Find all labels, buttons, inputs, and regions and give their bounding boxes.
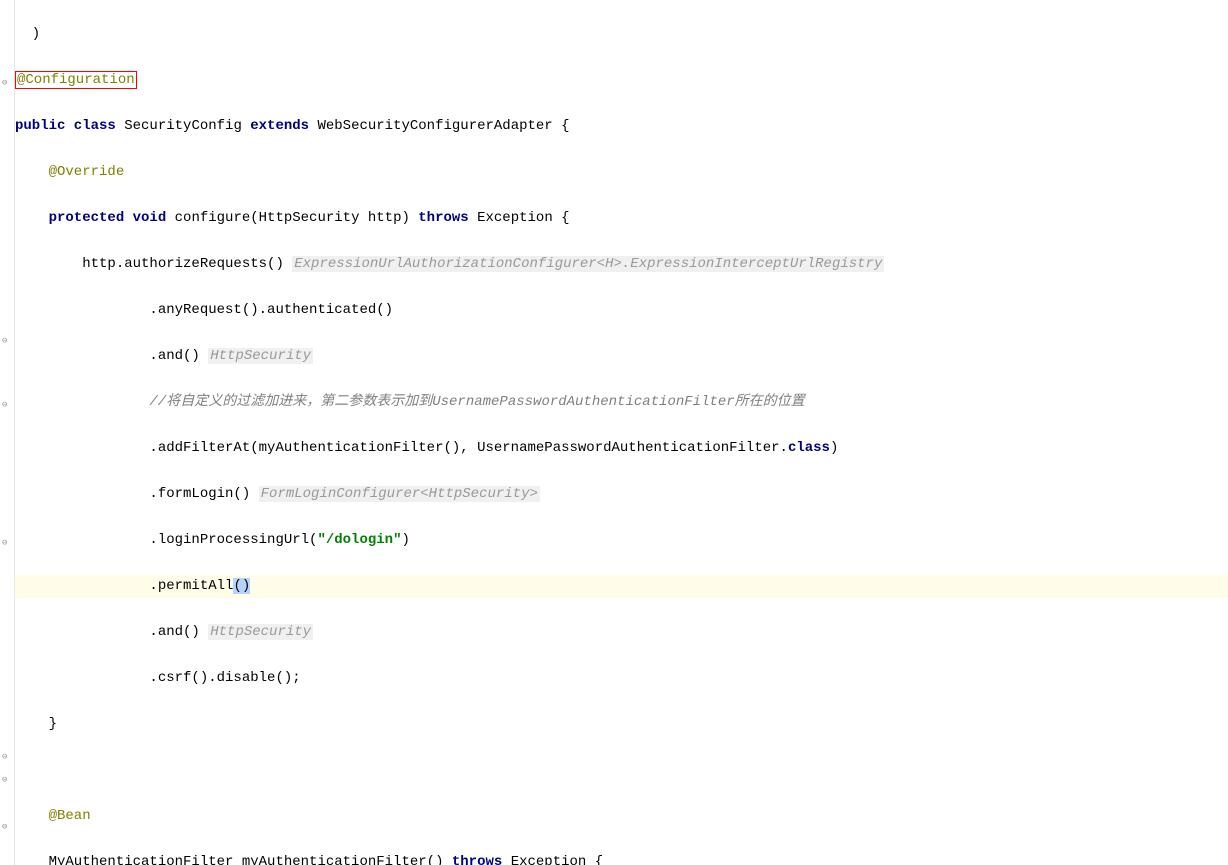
fold-icon[interactable]: ⊖ xyxy=(2,775,12,785)
code-text: Exception { xyxy=(502,854,603,865)
code-text: .addFilterAt(myAuthenticationFilter(), U… xyxy=(15,440,788,456)
type-hint: FormLoginConfigurer<HttpSecurity> xyxy=(259,486,540,502)
fold-icon[interactable]: ⊖ xyxy=(2,822,12,832)
cursor-line[interactable]: .permitAll() xyxy=(15,575,1228,598)
keyword: public class xyxy=(15,118,116,134)
annotation: @Bean xyxy=(15,808,91,824)
code-text: } xyxy=(15,716,57,732)
fold-icon[interactable]: ⊖ xyxy=(2,78,12,88)
fold-icon[interactable]: ⊖ xyxy=(2,752,12,762)
string-literal: "/dologin" xyxy=(317,532,401,548)
code-editor[interactable]: ⊖ ⊖ ⊖ ⊖ ⊖ ⊖ ⊖ ) @Configuration public cl… xyxy=(0,0,1228,865)
code-text: WebSecurityConfigurerAdapter { xyxy=(309,118,569,134)
keyword: extends xyxy=(250,118,309,134)
keyword: throws xyxy=(452,854,502,865)
keyword: class xyxy=(788,440,830,456)
code-text: .csrf().disable(); xyxy=(15,670,301,686)
editor-gutter: ⊖ ⊖ ⊖ ⊖ ⊖ ⊖ ⊖ xyxy=(0,0,15,865)
comment: //将自定义的过滤加进来，第二参数表示加到UsernamePasswordAut… xyxy=(15,394,805,410)
code-text: SecurityConfig xyxy=(116,118,250,134)
code-text: ) xyxy=(830,440,838,456)
code-text: Exception { xyxy=(469,210,570,226)
fold-icon[interactable]: ⊖ xyxy=(2,538,12,548)
code-text: http.authorizeRequests() xyxy=(15,256,292,272)
type-hint: ExpressionUrlAuthorizationConfigurer<H>.… xyxy=(292,256,884,272)
type-hint: HttpSecurity xyxy=(208,624,313,640)
code-text: .formLogin() xyxy=(15,486,259,502)
code-text: .anyRequest().authenticated() xyxy=(15,302,393,318)
keyword: throws xyxy=(418,210,468,226)
fold-icon[interactable]: ⊖ xyxy=(2,336,12,346)
fold-icon[interactable]: ⊖ xyxy=(2,400,12,410)
code-text: configure(HttpSecurity http) xyxy=(166,210,418,226)
cursor-selection: () xyxy=(233,578,250,594)
code-text: ) xyxy=(15,26,40,42)
keyword: protected void xyxy=(15,210,166,226)
type-hint: HttpSecurity xyxy=(208,348,313,364)
code-text: .permitAll xyxy=(15,578,233,594)
code-text: .loginProcessingUrl( xyxy=(15,532,317,548)
code-content[interactable]: ) @Configuration public class SecurityCo… xyxy=(15,0,1228,865)
code-text: .and() xyxy=(15,624,208,640)
annotation-highlight-configuration: @Configuration xyxy=(15,71,137,89)
annotation: @Override xyxy=(15,164,124,180)
code-text: MyAuthenticationFilter myAuthenticationF… xyxy=(15,854,452,865)
code-text: .and() xyxy=(15,348,208,364)
code-text: ) xyxy=(401,532,409,548)
